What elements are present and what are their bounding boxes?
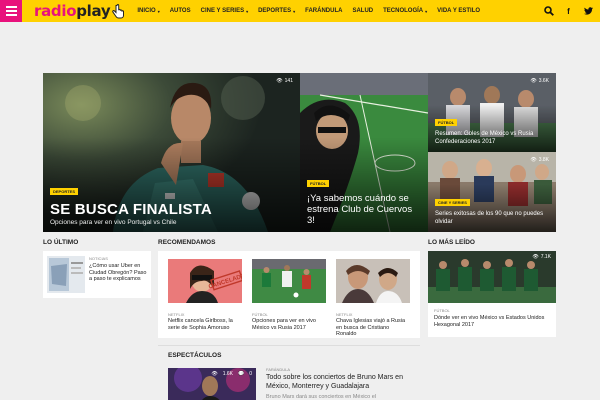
recomendamos-title-2[interactable]: Opciones para ver en vivo México vs Rusi… <box>252 318 326 331</box>
view-count: 👁 3.6K <box>530 78 549 84</box>
section-heading-lo-mas-leido: LO MÁS LEÍDO <box>428 239 475 246</box>
pointer-hand-icon <box>112 3 125 18</box>
category-label[interactable]: FÚTBOL <box>252 312 326 317</box>
lo-ultimo-text-block: NOTICIAS ¿Cómo usar Uber en Ciudad Obreg… <box>89 256 147 283</box>
recomendamos-title-1[interactable]: Netflix cancela Girlboss, la serie de So… <box>168 318 242 331</box>
hero-middle-caption: FÚTBOL ¡Ya sabemos cuándo se estrena Clu… <box>307 172 422 226</box>
lo-mas-leido-text-block: FÚTBOL Dónde ver en vivo México vs Estad… <box>434 308 552 328</box>
espectaculos-thumbnail[interactable]: 👁 1.6K 💬 0 <box>168 368 256 400</box>
recomendamos-item-3[interactable]: NETFLIX Chava Iglesias viajó a Rusia en … <box>336 259 410 338</box>
lo-mas-leido-item[interactable]: 👁 7.1K FÚTBOL Dónde ver en vivo México vs… <box>428 251 556 337</box>
nav-menu-item-5[interactable]: FARÁNDULA <box>300 8 347 14</box>
logo-text-play: play <box>76 2 111 20</box>
hero-main-article[interactable]: 👁 141 DEPORTES SE BUSCA FINALISTA Opcione… <box>43 73 300 232</box>
recomendamos-thumbnail-2 <box>252 259 326 303</box>
eye-icon: 👁 <box>530 157 537 163</box>
nav-menu-item-8[interactable]: VIDA Y ESTILO <box>432 8 485 14</box>
view-count: 👁 7.1K <box>532 254 551 260</box>
nav-menu-item-4[interactable]: DEPORTES ▾ <box>253 8 300 14</box>
nav-menu-label: TECNOLOGÍA <box>383 8 424 14</box>
eye-icon: 👁 <box>532 254 539 260</box>
category-badge[interactable]: CINE Y SERIES <box>435 199 470 206</box>
lo-ultimo-title[interactable]: ¿Cómo usar Uber en Ciudad Obregón? Paso … <box>89 263 147 283</box>
category-badge[interactable]: FÚTBOL <box>435 119 458 126</box>
category-label[interactable]: NOTICIAS <box>89 256 147 261</box>
section-heading-recomendamos: RECOMENDAMOS <box>158 239 216 246</box>
twitter-icon[interactable] <box>583 6 594 17</box>
espectaculos-text-block: FARÁNDULA Todo sobre los conciertos de B… <box>266 367 418 400</box>
recomendamos-thumbnail-3 <box>336 259 410 303</box>
chevron-down-icon: ▾ <box>425 8 428 14</box>
top-nav: radio play INICIO ▾ AUTOS CINE Y SERIES ▾ DEPO… <box>0 0 600 22</box>
nav-menu-label: FARÁNDULA <box>305 8 343 14</box>
lo-ultimo-item[interactable]: NOTICIAS ¿Cómo usar Uber en Ciudad Obreg… <box>43 251 151 298</box>
hero-main-title[interactable]: SE BUSCA FINALISTA <box>50 201 294 218</box>
hero-middle-title[interactable]: ¡Ya sabemos cuándo se estrena Club de Cu… <box>307 193 422 226</box>
hero-middle-article[interactable]: FÚTBOL ¡Ya sabemos cuándo se estrena Clu… <box>300 73 428 232</box>
nav-icons: f <box>543 0 594 22</box>
nav-menu-label: DEPORTES <box>258 8 292 14</box>
nav-menu-item-7[interactable]: TECNOLOGÍA ▾ <box>378 8 432 14</box>
category-label[interactable]: FÚTBOL <box>434 308 552 313</box>
section-heading-espectaculos: ESPECTÁCULOS <box>168 352 222 359</box>
comment-icon: 💬 <box>237 371 245 377</box>
logo-text-radio: radio <box>34 2 77 20</box>
category-label[interactable]: NETFLIX <box>168 312 242 317</box>
espectaculos-title[interactable]: Todo sobre los conciertos de Bruno Mars … <box>266 374 418 391</box>
nav-menu-item-1[interactable]: INICIO ▾ <box>132 8 164 14</box>
view-count: 👁 3.8K <box>530 157 549 163</box>
main-menu: INICIO ▾ AUTOS CINE Y SERIES ▾ DEPORTES ▾ FARÁN… <box>132 8 485 14</box>
hero-main-caption: DEPORTES SE BUSCA FINALISTA Opciones par… <box>50 180 294 226</box>
category-label[interactable]: NETFLIX <box>336 312 410 317</box>
espectaculos-excerpt: Bruno Mars dará sus conciertos en México… <box>266 394 377 400</box>
hero-right-bottom-title[interactable]: Series exitosas de los 90 que no puedes … <box>435 211 550 226</box>
recomendamos-thumbnail-1: CANCELADO <box>168 259 247 303</box>
hero-right-top-title[interactable]: Resumen: Goles de México vs Rusia Confed… <box>435 131 550 146</box>
category-badge[interactable]: DEPORTES <box>50 188 79 195</box>
eye-icon: 👁 <box>530 78 537 84</box>
facebook-icon[interactable]: f <box>563 6 574 17</box>
lo-mas-leido-title[interactable]: Dónde ver en vivo México vs Estados Unid… <box>434 315 552 328</box>
nav-menu-item-2[interactable]: AUTOS <box>165 8 196 14</box>
lo-ultimo-thumbnail <box>47 256 85 293</box>
chevron-down-icon: ▾ <box>246 8 249 14</box>
eye-icon: 👁 <box>276 78 283 84</box>
hero-right-top-caption: FÚTBOL Resumen: Goles de México vs Rusia… <box>435 111 550 146</box>
hero-right-bottom-article[interactable]: 👁 3.8K CINE Y SERIES Series exitosas de l… <box>428 152 556 232</box>
chevron-down-icon: ▾ <box>293 8 296 14</box>
eye-icon: 👁 <box>211 371 218 377</box>
hamburger-menu-icon[interactable] <box>0 0 22 22</box>
nav-menu-label: INICIO <box>137 8 156 14</box>
recomendamos-item-2[interactable]: FÚTBOL Opciones para ver en vivo México … <box>252 259 326 331</box>
nav-menu-label: SALUD <box>352 8 374 14</box>
category-badge[interactable]: FÚTBOL <box>307 180 330 187</box>
hero-right-bottom-caption: CINE Y SERIES Series exitosas de los 90 … <box>435 191 550 226</box>
nav-menu-item-3[interactable]: CINE Y SERIES ▾ <box>196 8 253 14</box>
nav-menu-label: AUTOS <box>169 8 191 14</box>
search-icon[interactable] <box>543 6 554 17</box>
recomendamos-panel: CANCELADO NETFLIX Netflix cancela Girlbo… <box>158 251 420 338</box>
hero-main-subtitle: Opciones para ver en vivo Portugal vs Ch… <box>50 219 177 226</box>
nav-menu-item-6[interactable]: SALUD <box>347 8 378 14</box>
hero-right-top-article[interactable]: 👁 3.6K FÚTBOL Resumen: Goles de México vs… <box>428 73 556 152</box>
site-logo[interactable]: radio play <box>34 2 125 20</box>
recomendamos-item-1[interactable]: CANCELADO NETFLIX Netflix cancela Girlbo… <box>168 259 247 331</box>
espectaculos-stats: 👁 1.6K 💬 0 <box>211 371 252 377</box>
section-heading-lo-ultimo: LO ÚLTIMO <box>43 239 79 246</box>
recomendamos-title-3[interactable]: Chava Iglesias viajó a Rusia en busca de… <box>336 318 410 338</box>
nav-menu-label: VIDA Y ESTILO <box>437 8 481 14</box>
nav-menu-label: CINE Y SERIES <box>200 8 245 14</box>
category-label[interactable]: FARÁNDULA <box>266 367 418 372</box>
view-count: 👁 141 <box>276 78 293 84</box>
chevron-down-icon: ▾ <box>157 8 160 14</box>
